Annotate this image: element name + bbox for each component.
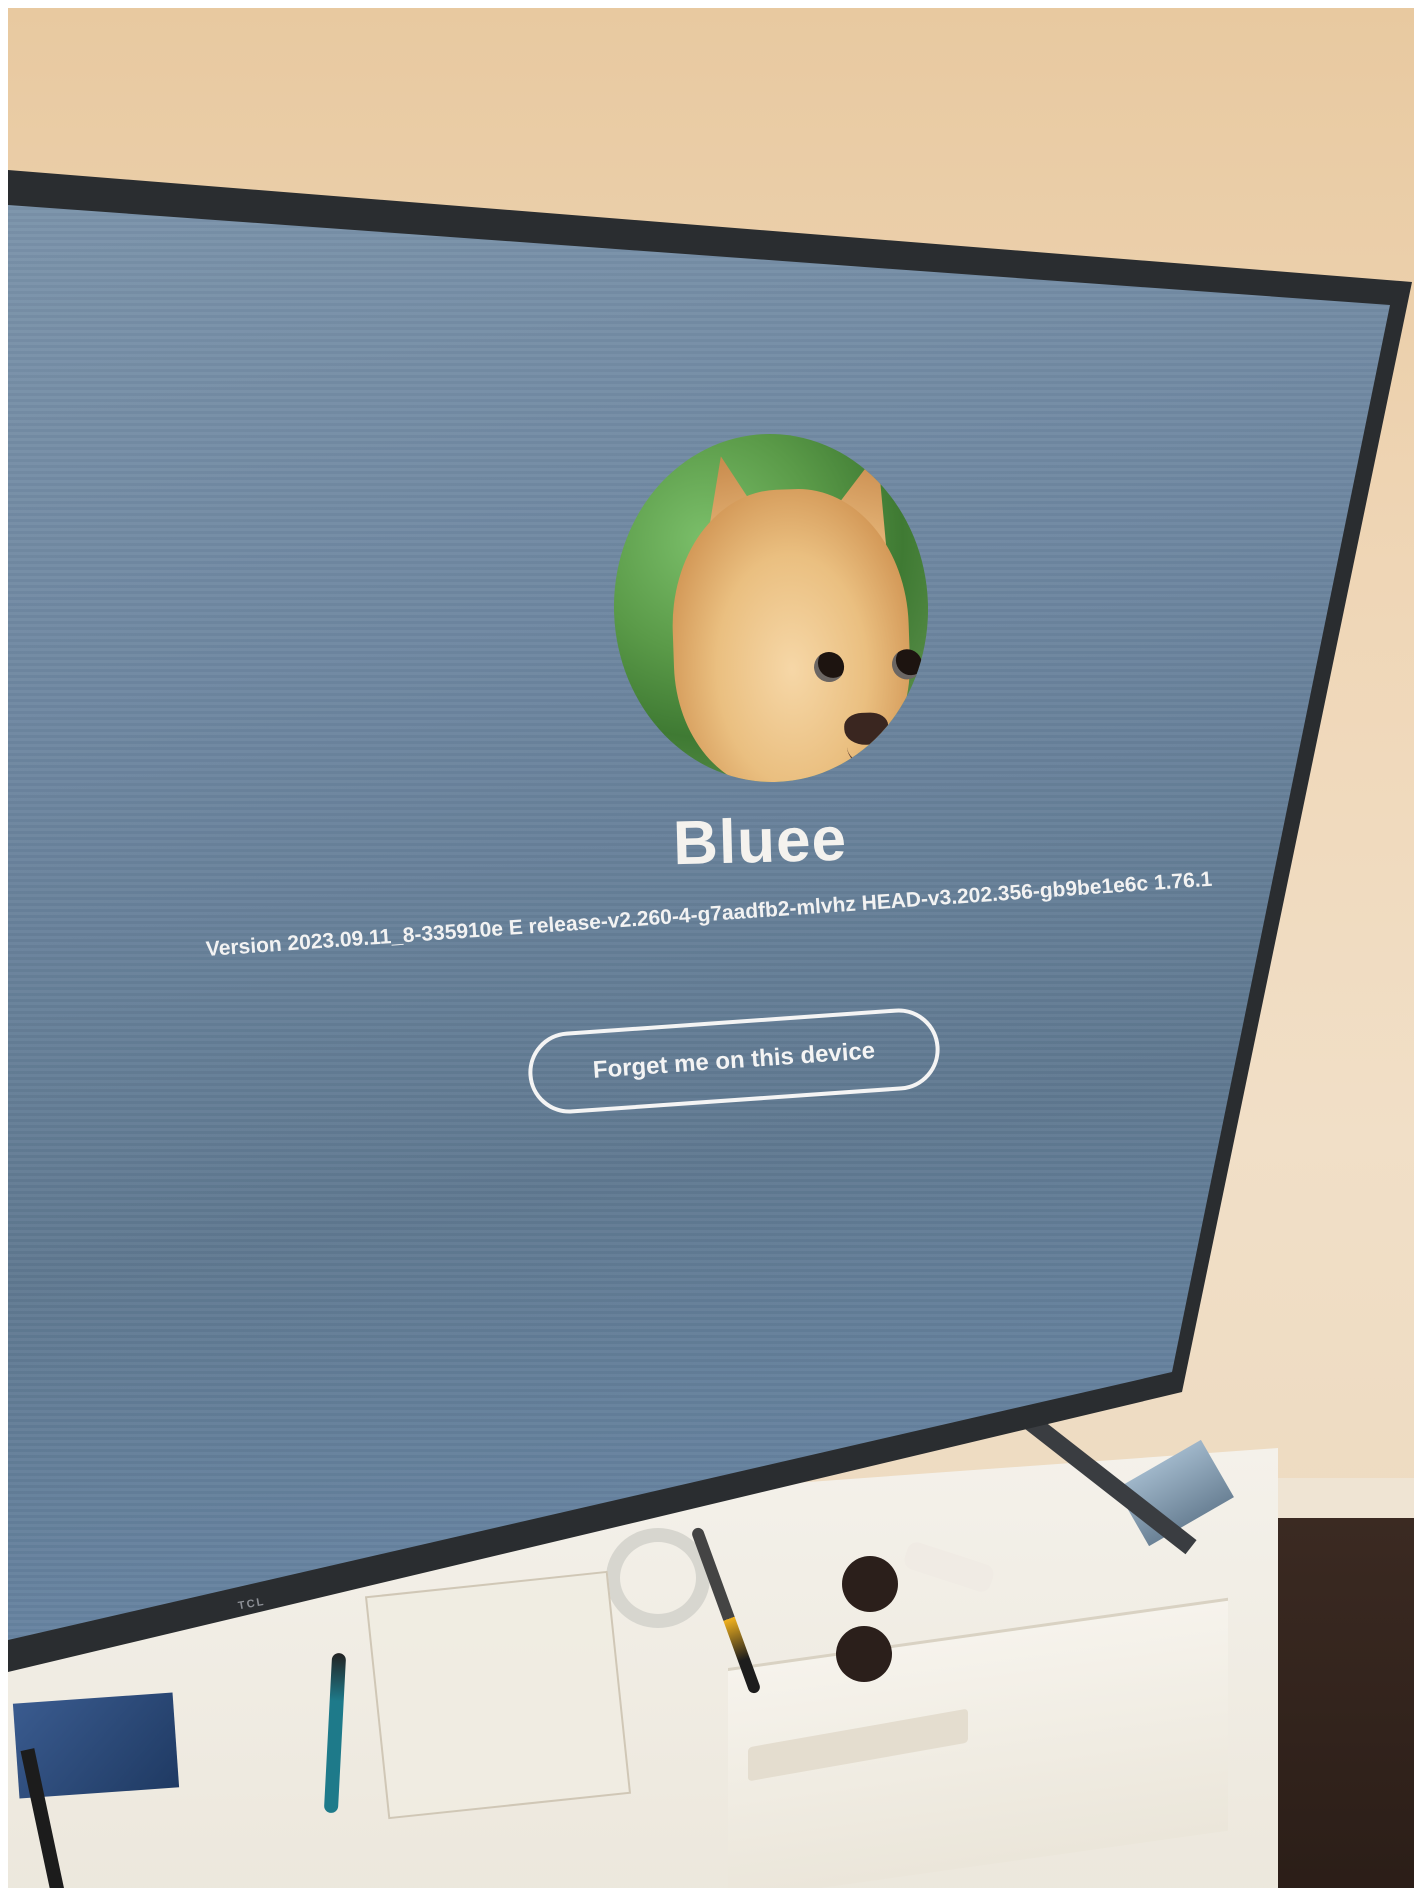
- plastic-bag: [364, 1570, 632, 1820]
- sunglasses: [842, 1556, 898, 1612]
- photo-scene: [8, 8, 1414, 1888]
